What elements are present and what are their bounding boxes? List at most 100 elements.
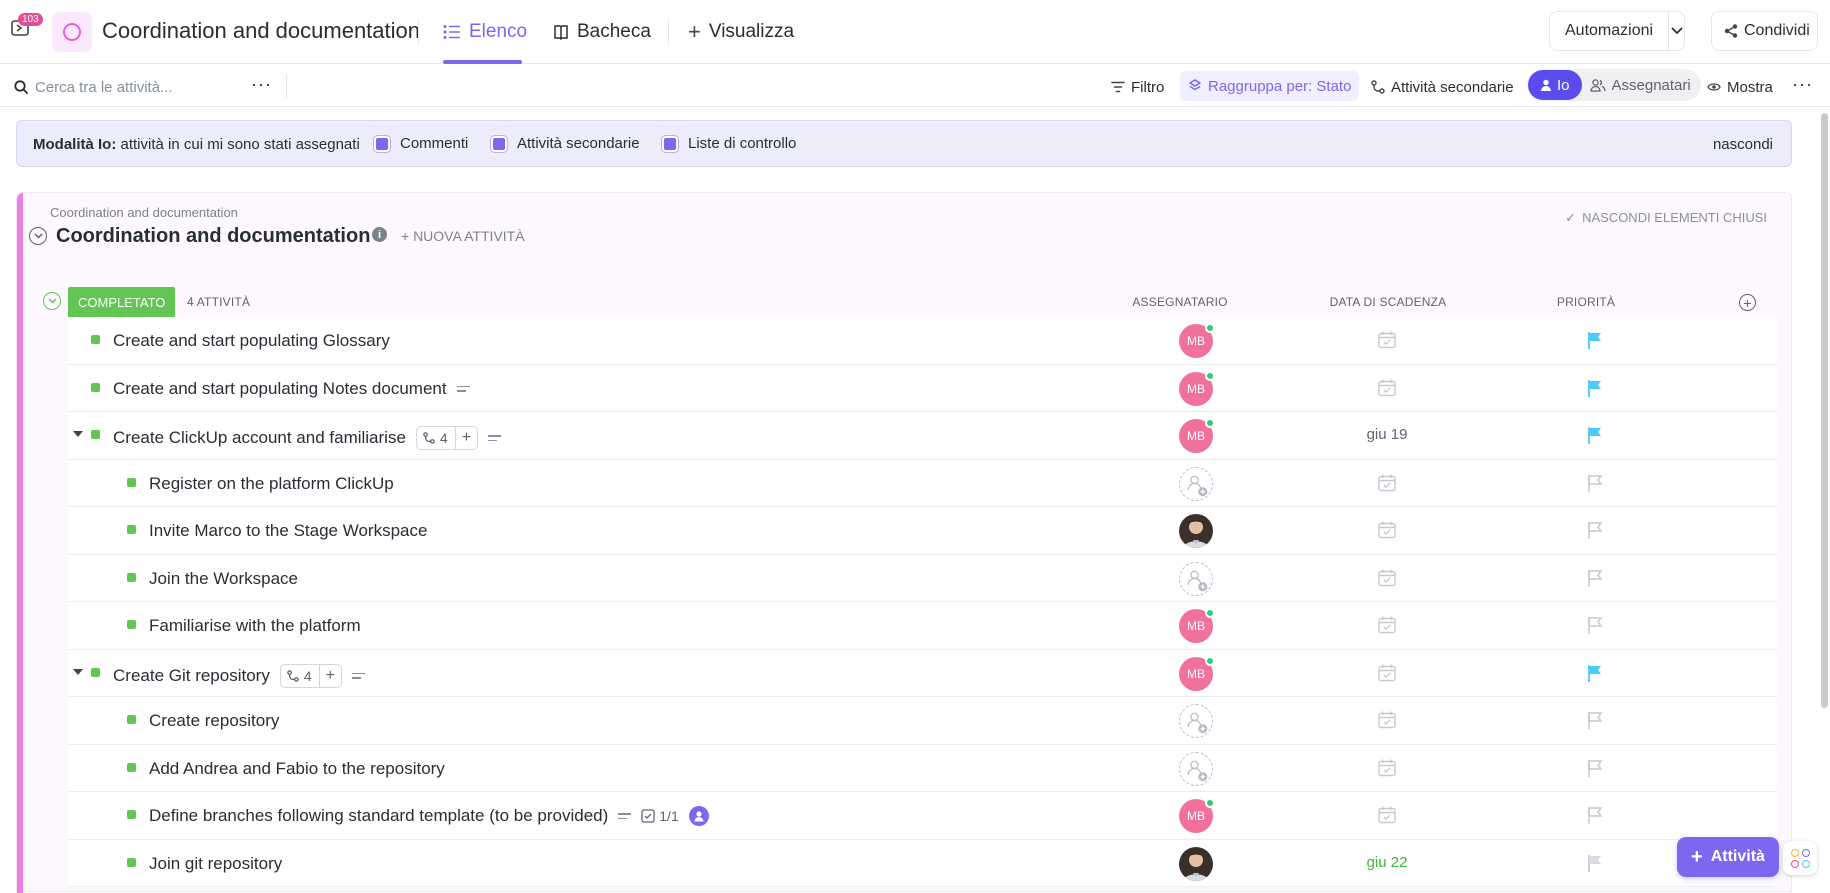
task-row[interactable]: Register on the platform ClickUp — [68, 459, 1777, 507]
tab-list[interactable]: Elenco — [443, 20, 527, 44]
status-square[interactable] — [127, 810, 136, 819]
task-row[interactable]: Define branches following standard templ… — [68, 792, 1777, 840]
description-icon[interactable] — [488, 435, 502, 441]
assignee-cell[interactable] — [1179, 466, 1213, 501]
task-row[interactable]: Familiarise with the platform MB — [68, 602, 1777, 650]
priority-flag-icon[interactable] — [1585, 710, 1605, 730]
task-name[interactable]: Familiarise with the platform — [149, 616, 361, 636]
add-assignee-icon[interactable] — [1179, 466, 1213, 501]
priority-flag-icon[interactable] — [1585, 520, 1605, 540]
calendar-icon[interactable] — [1377, 520, 1397, 540]
share-button[interactable]: Condividi — [1711, 11, 1818, 51]
task-row[interactable]: Add Andrea and Fabio to the repository — [68, 744, 1777, 792]
add-column-button[interactable]: + — [1739, 294, 1756, 311]
status-square[interactable] — [127, 857, 136, 867]
new-task-button[interactable]: + NUOVA ATTIVITÀ — [401, 228, 525, 244]
automations-dropdown-button[interactable] — [1668, 12, 1684, 50]
tab-board[interactable]: Bacheca — [553, 20, 651, 44]
search-input[interactable] — [35, 78, 245, 96]
task-name[interactable]: Create repository — [149, 711, 279, 731]
description-icon[interactable] — [456, 385, 470, 392]
priority-flag-icon[interactable] — [1585, 758, 1605, 778]
assignees-button[interactable]: Assegnatari — [1582, 77, 1701, 94]
due-date[interactable]: giu 19 — [1367, 426, 1408, 443]
assignee-cell[interactable]: MB — [1179, 370, 1215, 406]
add-view-button[interactable]: + Visualizza — [688, 20, 794, 44]
task-row[interactable]: Create ClickUp account and familiarise 4 +… — [68, 412, 1777, 460]
inbox-button[interactable]: 103 — [10, 13, 43, 42]
task-row[interactable]: Create repository — [68, 697, 1777, 745]
expand-caret-icon[interactable] — [73, 668, 83, 675]
assignee-cell[interactable] — [1179, 514, 1213, 548]
list-icon-tile[interactable] — [52, 12, 92, 52]
priority-flag-icon[interactable] — [1585, 330, 1605, 350]
priority-flag-icon[interactable] — [1585, 805, 1605, 825]
more-options-icon[interactable]: ··· — [251, 71, 272, 97]
task-name[interactable]: Create Git repository — [113, 666, 270, 686]
info-icon[interactable]: i — [372, 227, 387, 242]
expand-caret-icon[interactable] — [73, 431, 83, 437]
task-name[interactable]: Create and start populating Notes docume… — [113, 379, 447, 399]
task-name[interactable]: Add Andrea and Fabio to the repository — [149, 759, 445, 779]
checklist-indicator[interactable]: 1/1 — [641, 808, 679, 824]
assignee-cell[interactable]: MB — [1179, 608, 1215, 643]
due-date[interactable]: giu 22 — [1367, 854, 1408, 871]
priority-flag-icon[interactable] — [1585, 568, 1605, 588]
checkbox-checked[interactable] — [662, 135, 678, 152]
option-subtasks[interactable]: Attività secondarie — [491, 135, 640, 152]
show-button[interactable]: Mostra — [1707, 74, 1773, 100]
filter-button[interactable]: Filtro — [1111, 74, 1164, 100]
scrollbar[interactable] — [1821, 113, 1828, 708]
calendar-icon[interactable] — [1377, 805, 1397, 825]
task-name[interactable]: Join git repository — [149, 854, 282, 874]
add-subtask-button[interactable]: + — [320, 667, 341, 685]
breadcrumb[interactable]: Coordination and documentation — [50, 205, 238, 220]
subtasks-button[interactable]: Attività secondarie — [1371, 74, 1514, 100]
assignee-cell[interactable]: MB — [1179, 323, 1215, 358]
hide-banner-link[interactable]: nascondi — [1713, 136, 1773, 153]
task-row[interactable]: Create Git repository 4 + MB — [68, 649, 1777, 697]
me-mode-button[interactable]: Io — [1528, 70, 1582, 100]
calendar-icon[interactable] — [1377, 758, 1397, 778]
assignee-cell[interactable] — [1179, 704, 1213, 738]
status-badge[interactable]: COMPLETATO — [68, 287, 176, 317]
task-name[interactable]: Invite Marco to the Stage Workspace — [149, 521, 427, 541]
description-icon[interactable] — [351, 672, 365, 679]
avatar[interactable] — [1179, 514, 1213, 548]
task-row[interactable]: Create and start populating Glossary MB — [68, 317, 1777, 365]
assignee-cell[interactable] — [1179, 846, 1213, 881]
assignee-cell[interactable] — [1179, 751, 1213, 786]
hide-closed-button[interactable]: ✓ NASCONDI ELEMENTI CHIUSI — [1565, 210, 1767, 226]
column-header-priority[interactable]: PRIORITÀ — [1557, 295, 1615, 309]
add-assignee-icon[interactable] — [1179, 751, 1213, 786]
add-assignee-icon[interactable] — [1179, 704, 1213, 738]
calendar-icon[interactable] — [1377, 615, 1397, 635]
status-square[interactable] — [127, 715, 136, 724]
priority-flag-icon[interactable] — [1585, 425, 1605, 445]
column-header-assignee[interactable]: ASSEGNATARIO — [1132, 295, 1227, 309]
add-subtask-button[interactable]: + — [456, 429, 477, 447]
priority-flag-icon[interactable] — [1585, 473, 1605, 493]
more-icon[interactable]: ··· — [1792, 71, 1813, 97]
status-square[interactable] — [127, 572, 136, 582]
subtask-count-button[interactable]: 4 + — [279, 663, 342, 688]
calendar-icon[interactable] — [1377, 663, 1397, 683]
group-by-button[interactable]: Raggruppa per: Stato — [1180, 71, 1360, 101]
assignee-cell[interactable]: MB — [1179, 798, 1215, 833]
status-square[interactable] — [127, 525, 136, 534]
priority-flag-icon[interactable] — [1585, 378, 1605, 398]
calendar-icon[interactable] — [1377, 568, 1397, 588]
apps-icon[interactable] — [1783, 841, 1817, 875]
column-header-due-date[interactable]: DATA DI SCADENZA — [1330, 295, 1447, 309]
task-name[interactable]: Register on the platform ClickUp — [149, 474, 394, 494]
status-square[interactable] — [91, 335, 100, 344]
checkbox-checked[interactable] — [491, 135, 507, 152]
description-icon[interactable] — [618, 813, 632, 819]
calendar-icon[interactable] — [1377, 710, 1397, 730]
collapse-list-button[interactable] — [29, 227, 47, 245]
priority-flag-icon[interactable] — [1585, 615, 1605, 635]
task-name[interactable]: Join the Workspace — [149, 569, 298, 589]
collapse-status-button[interactable] — [43, 292, 61, 310]
calendar-icon[interactable] — [1377, 378, 1397, 398]
status-square[interactable] — [127, 762, 136, 772]
